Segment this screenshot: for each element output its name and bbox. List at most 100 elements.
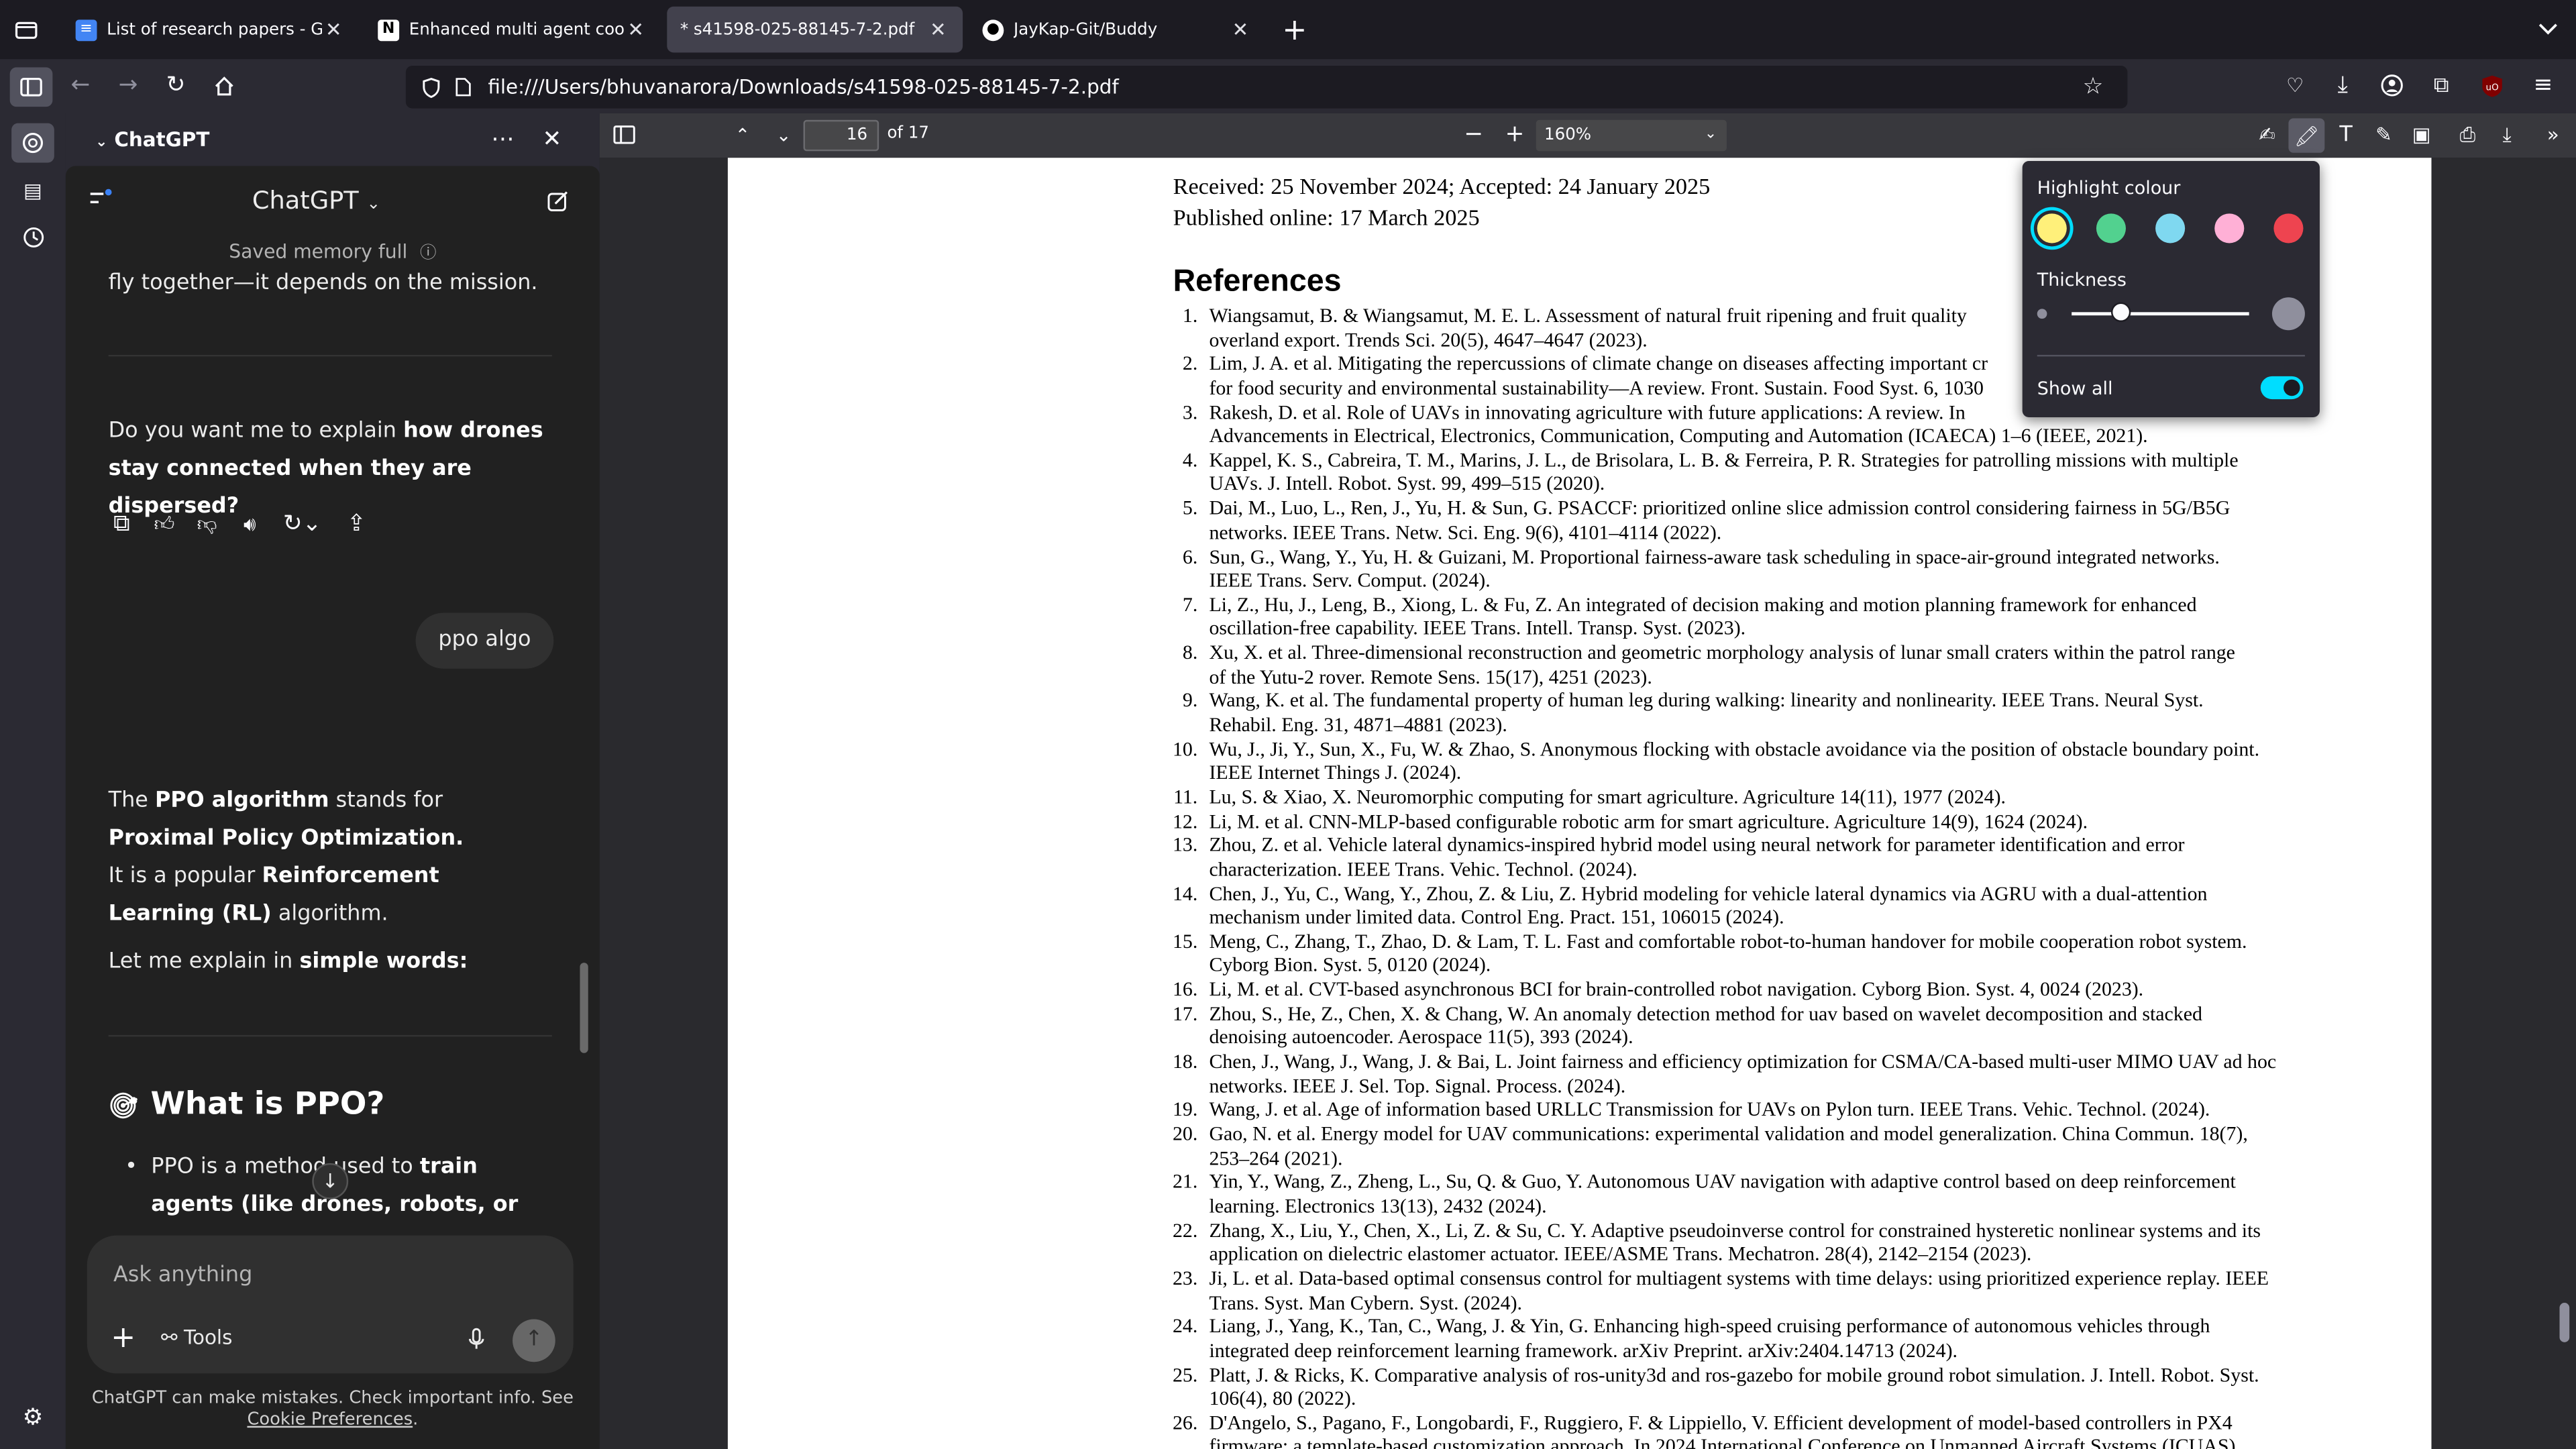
pdf-scrollbar[interactable] xyxy=(2559,1303,2570,1342)
image-icon[interactable]: ▣ xyxy=(2407,120,2436,150)
tools-button[interactable]: ⚯ Tools xyxy=(161,1326,232,1348)
forward-icon[interactable]: → xyxy=(113,70,143,100)
downloads-icon[interactable]: ⤓ xyxy=(2328,70,2357,100)
highlight-color-swatch[interactable] xyxy=(2214,213,2245,244)
highlight-color-swatch[interactable] xyxy=(2273,213,2304,244)
close-icon[interactable]: ✕ xyxy=(926,18,949,41)
synced-tabs-icon[interactable]: ▤ xyxy=(18,176,48,205)
new-tab-icon[interactable]: + xyxy=(1278,12,1311,46)
thickness-track[interactable] xyxy=(2072,312,2249,316)
more-tools-icon[interactable]: » xyxy=(2538,120,2568,150)
new-chat-icon[interactable] xyxy=(542,186,572,215)
page-number-input[interactable]: 16 xyxy=(803,119,879,152)
address-bar[interactable]: file:///Users/bhuvanarora/Downloads/s415… xyxy=(405,65,2128,109)
bookmark-star-icon[interactable]: ☆ xyxy=(2078,72,2108,102)
close-icon[interactable]: ✕ xyxy=(625,18,647,41)
copy-icon[interactable]: ⧉ xyxy=(109,509,135,539)
zoom-select[interactable]: 160% ⌄ xyxy=(1536,119,1727,152)
send-button[interactable]: ↑ xyxy=(513,1319,555,1362)
references-heading: References xyxy=(1173,264,1342,299)
reference-number: 22. xyxy=(1172,1218,1198,1242)
thickness-label: Thickness xyxy=(2037,269,2127,291)
extensions-icon[interactable]: ⧉ xyxy=(2426,70,2456,100)
memory-notice: Saved memory full ⓘ xyxy=(66,238,600,263)
reference-item: 9. Wang, K. et al. The fundamental proper… xyxy=(1183,689,2313,737)
tab-github-buddy[interactable]: ● JayKap-Git/Buddy ✕ xyxy=(969,7,1265,53)
sign-icon[interactable]: ✍ xyxy=(2253,120,2282,150)
tab-pdf[interactable]: * s41598-025-88145-7-2.pdf ✕ xyxy=(667,6,963,53)
reference-item: 11. Lu, S. & Xiao, X. Neuromorphic comput… xyxy=(1173,786,2313,810)
home-icon[interactable] xyxy=(209,70,238,100)
text-tool-icon[interactable]: T xyxy=(2331,120,2361,150)
cookie-preferences-link[interactable]: Cookie Preferences xyxy=(247,1409,413,1429)
thumbs-up-icon[interactable]: 👍︎ xyxy=(151,509,177,539)
docs-icon: ≡ xyxy=(75,19,97,40)
thumbs-down-icon[interactable]: 👎︎ xyxy=(194,509,220,539)
chat-scrollbar[interactable] xyxy=(580,963,588,1053)
reference-number: 17. xyxy=(1172,1002,1198,1025)
sidebar-toggle-icon[interactable] xyxy=(9,67,53,107)
tab-list-chevron-icon[interactable] xyxy=(2530,13,2566,46)
info-icon[interactable]: ⓘ xyxy=(420,245,436,263)
tab-enhanced-multi-agent[interactable]: N Enhanced multi agent coordinat ✕ xyxy=(365,7,661,53)
scroll-down-button[interactable]: ↓ xyxy=(312,1163,349,1199)
reference-line: mechanism under limited data. Control En… xyxy=(1209,905,1784,929)
draw-icon[interactable]: ✎ xyxy=(2369,120,2398,150)
zoom-in-icon[interactable]: + xyxy=(1500,120,1529,150)
disclaimer-end: . xyxy=(413,1409,419,1430)
close-panel-icon[interactable]: ✕ xyxy=(537,125,567,154)
highlight-popup: Highlight colour Thickness Show all xyxy=(2022,161,2320,418)
highlight-icon[interactable]: 🖍︎ xyxy=(2288,118,2325,153)
reference-number: 8. xyxy=(1182,641,1198,664)
previous-page-icon[interactable]: ⌃ xyxy=(728,120,757,150)
highlight-color-swatch[interactable] xyxy=(2037,213,2067,244)
tab-bar: ≡ List of research papers - Googl ✕ N En… xyxy=(0,0,2576,60)
read-aloud-icon[interactable]: 🔊︎ xyxy=(237,509,263,539)
tab-overview-icon[interactable] xyxy=(10,15,43,44)
reference-line: Rehabil. Eng. 31, 4871–4881 (2023). xyxy=(1209,712,1507,737)
received-line: Received: 25 November 2024; Accepted: 24… xyxy=(1173,176,1711,201)
regenerate-icon[interactable]: ↻⌄ xyxy=(279,509,325,539)
highlight-color-swatch[interactable] xyxy=(2096,213,2126,244)
thickness-max-dot xyxy=(2271,297,2305,331)
reference-number: 20. xyxy=(1172,1122,1198,1146)
pocket-icon[interactable]: ♡ xyxy=(2280,70,2310,100)
show-all-toggle[interactable] xyxy=(2260,376,2304,400)
ublock-icon[interactable]: uO xyxy=(2477,70,2507,100)
reference-item: 8. Xu, X. et al. Three-dimensional recons… xyxy=(1183,641,2313,688)
account-icon[interactable] xyxy=(2377,70,2407,100)
reference-number: 10. xyxy=(1172,737,1198,761)
chatgpt-sidebar-icon[interactable] xyxy=(11,123,54,163)
more-options-icon[interactable]: ⋯ xyxy=(486,127,519,153)
chevron-down-icon[interactable]: ⌄ xyxy=(95,135,107,151)
shield-icon[interactable] xyxy=(417,74,443,100)
menu-icon[interactable]: ≡ xyxy=(2528,70,2558,100)
reference-number: 12. xyxy=(1172,809,1198,833)
back-icon[interactable]: ← xyxy=(66,70,95,100)
next-page-icon[interactable]: ⌄ xyxy=(769,120,798,150)
zoom-out-icon[interactable]: − xyxy=(1459,120,1489,150)
panel-header: ⌄ ChatGPT xyxy=(95,128,209,151)
close-icon[interactable]: ✕ xyxy=(322,18,345,41)
reference-item: 18. Chen, J., Wang, J., Wang, J. & Bai, L… xyxy=(1173,1050,2313,1097)
bullet-dot: • xyxy=(125,1155,138,1180)
settings-gear-icon[interactable]: ⚙ xyxy=(18,1403,48,1432)
tab-research-papers[interactable]: ≡ List of research papers - Googl ✕ xyxy=(62,7,358,53)
history-icon[interactable] xyxy=(18,222,48,252)
pdf-sidebar-toggle-icon[interactable] xyxy=(610,120,639,150)
reference-line: Sun, G., Wang, Y., Yu, H. & Guizani, M. … xyxy=(1209,544,2220,568)
reference-item: 14. Chen, J., Yu, C., Wang, Y., Zhou, Z. … xyxy=(1173,881,2313,929)
highlight-color-swatch[interactable] xyxy=(2155,213,2186,244)
print-icon[interactable]: ⎙ xyxy=(2453,120,2482,150)
reference-line: firmware: a template-based customization… xyxy=(1209,1435,2236,1449)
save-icon[interactable]: ⤓ xyxy=(2492,120,2522,150)
add-attachment-icon[interactable]: + xyxy=(109,1320,138,1354)
microphone-icon[interactable] xyxy=(464,1324,490,1354)
reference-line: 106(4), 80 (2022). xyxy=(1209,1387,1356,1410)
close-icon[interactable]: ✕ xyxy=(1229,18,1252,41)
ask-input[interactable]: Ask anything xyxy=(113,1263,252,1288)
reload-icon[interactable]: ↻ xyxy=(161,70,191,100)
thickness-slider-thumb[interactable] xyxy=(2111,302,2131,322)
share-icon[interactable]: ⇪ xyxy=(343,509,370,539)
model-selector[interactable]: ChatGPT ⌄ xyxy=(66,186,567,215)
